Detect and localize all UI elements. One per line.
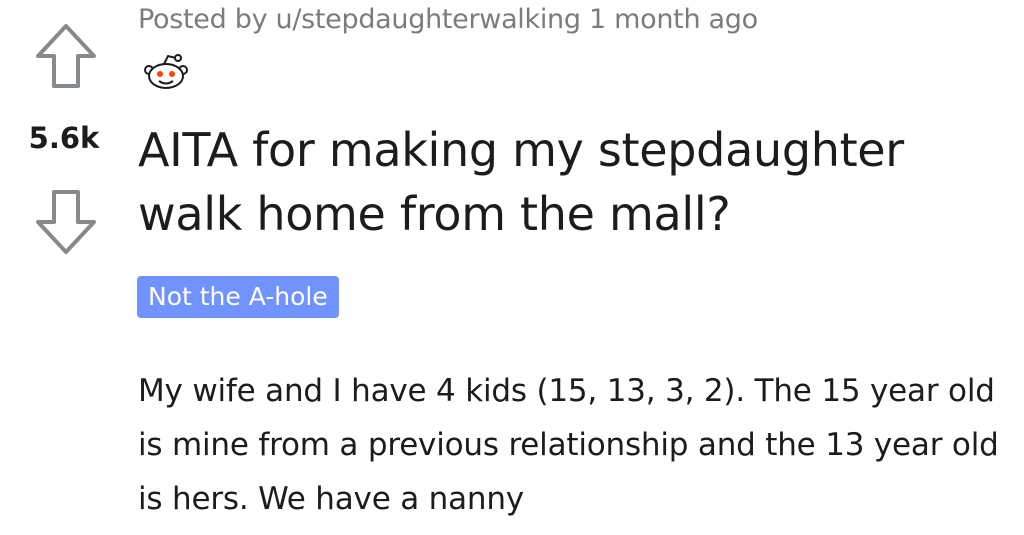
vote-column: 5.6k [0,0,130,260]
post-meta[interactable]: Posted by u/stepdaughterwalking 1 month … [138,4,758,35]
post-title[interactable]: AITA for making my stepdaughter walk hom… [138,118,1018,246]
post-body: My wife and I have 4 kids (15, 13, 3, 2)… [138,373,999,517]
post-flair-badge[interactable]: Not the A-hole [137,276,339,318]
avatar-icon[interactable] [140,52,192,92]
upvote-icon[interactable] [34,22,98,90]
vote-score: 5.6k [28,121,100,155]
downvote-icon[interactable] [34,188,98,256]
